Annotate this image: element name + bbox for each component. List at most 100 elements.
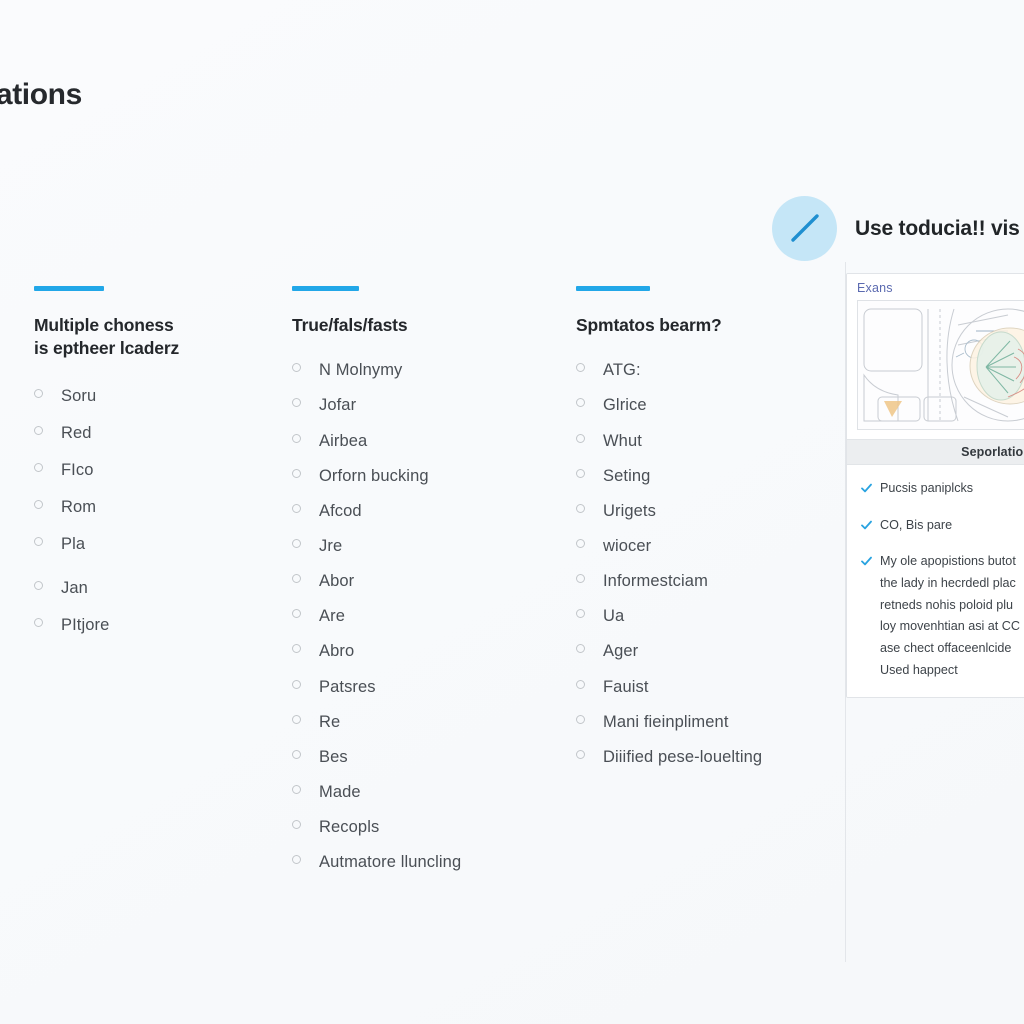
radio-icon[interactable]	[34, 388, 43, 398]
option-label: Orforn bucking	[319, 466, 429, 485]
radio-icon[interactable]	[34, 581, 43, 591]
option-label: Afcod	[319, 501, 362, 520]
option-item[interactable]: Jan	[34, 579, 268, 597]
option-item[interactable]: Fauist	[576, 678, 834, 696]
option-item[interactable]: Jofar	[292, 396, 552, 414]
option-item[interactable]: Patsres	[292, 678, 552, 696]
option-label: Fauist	[603, 677, 649, 696]
radio-icon[interactable]	[34, 537, 43, 547]
radio-icon[interactable]	[576, 538, 585, 548]
radio-icon[interactable]	[34, 462, 43, 472]
checklist-item[interactable]: CO, Bis pare	[847, 515, 1024, 537]
option-item[interactable]: Informestciam	[576, 572, 834, 590]
option-item[interactable]: Abro	[292, 642, 552, 660]
option-item[interactable]: Jre	[292, 537, 552, 555]
option-label: Re	[319, 712, 341, 731]
radio-icon[interactable]	[292, 784, 301, 794]
option-item[interactable]: Red	[34, 424, 268, 442]
pencil-icon[interactable]	[772, 196, 837, 261]
check-icon	[861, 518, 872, 529]
radio-icon[interactable]	[292, 714, 301, 724]
option-item[interactable]: Soru	[34, 387, 268, 405]
option-label: N Molnymy	[319, 361, 403, 380]
option-label: Recopls	[319, 818, 380, 837]
option-label: Ager	[603, 642, 639, 661]
radio-icon[interactable]	[292, 749, 301, 759]
radio-icon[interactable]	[576, 679, 585, 689]
page-title: lations	[0, 78, 82, 112]
option-list: N Molnymy Jofar Airbea Orforn bucking Af…	[292, 361, 552, 871]
radio-icon[interactable]	[292, 679, 301, 689]
radio-icon[interactable]	[34, 618, 43, 628]
option-label: Autmatore lluncling	[319, 853, 462, 872]
option-item[interactable]: Bes	[292, 748, 552, 766]
checklist-item[interactable]: Pucsis paniplcks	[847, 478, 1024, 500]
section-header-label: Seporlation	[961, 445, 1024, 459]
option-item[interactable]: ATG:	[576, 361, 834, 379]
option-list: Soru Red FIco Rom Pla Jan PItjore	[34, 387, 268, 635]
option-item[interactable]: Re	[292, 713, 552, 731]
radio-icon[interactable]	[34, 425, 43, 435]
option-item[interactable]: Afcod	[292, 502, 552, 520]
radio-icon[interactable]	[576, 714, 585, 724]
option-label: Jre	[319, 536, 343, 555]
radio-icon[interactable]	[292, 398, 301, 408]
checklist-item-text: My ole apopistions butot the lady in hec…	[880, 554, 1020, 677]
option-item[interactable]: Rom	[34, 498, 268, 516]
option-item[interactable]: Glrice	[576, 396, 834, 414]
radio-icon[interactable]	[292, 433, 301, 443]
option-item[interactable]: Pla	[34, 535, 268, 553]
card-tab-label[interactable]: Exans	[847, 274, 1024, 300]
option-item[interactable]: Airbea	[292, 432, 552, 450]
preview-card: Exans Seporlatio Pucsis paniplcks CO, Bi…	[846, 273, 1024, 699]
option-item[interactable]: Whut	[576, 432, 834, 450]
radio-icon[interactable]	[576, 468, 585, 478]
radio-icon[interactable]	[292, 574, 301, 584]
radio-icon[interactable]	[292, 644, 301, 654]
option-item[interactable]: N Molnymy	[292, 361, 552, 379]
anatomy-diagram-thumbnail[interactable]	[857, 300, 1024, 430]
option-item[interactable]: Ua	[576, 607, 834, 625]
option-item[interactable]: Diiified pese-louelting	[576, 748, 834, 766]
option-item[interactable]: PItjore	[34, 616, 268, 634]
option-item[interactable]: Seting	[576, 467, 834, 485]
radio-icon[interactable]	[576, 433, 585, 443]
check-icon	[861, 554, 872, 566]
radio-icon[interactable]	[292, 503, 301, 513]
option-item[interactable]: wiocer	[576, 537, 834, 555]
option-label: Ua	[603, 607, 625, 626]
option-item[interactable]: Made	[292, 783, 552, 801]
option-label: Seting	[603, 466, 651, 485]
option-item[interactable]: FIco	[34, 461, 268, 479]
option-item[interactable]: Are	[292, 607, 552, 625]
option-label: ATG:	[603, 361, 641, 380]
checklist-item-text: Pucsis paniplcks	[880, 481, 974, 495]
radio-icon[interactable]	[576, 503, 585, 513]
check-icon	[861, 481, 872, 493]
option-item[interactable]: Recopls	[292, 818, 552, 836]
radio-icon[interactable]	[292, 855, 301, 865]
radio-icon[interactable]	[576, 363, 585, 373]
option-item[interactable]: Mani fieinpliment	[576, 713, 834, 731]
radio-icon[interactable]	[576, 644, 585, 654]
radio-icon[interactable]	[576, 574, 585, 584]
radio-icon[interactable]	[292, 609, 301, 619]
option-item[interactable]: Abor	[292, 572, 552, 590]
checklist: Pucsis paniplcks CO, Bis pare My ole apo…	[847, 465, 1024, 698]
radio-icon[interactable]	[576, 398, 585, 408]
radio-icon[interactable]	[292, 468, 301, 478]
checklist-item[interactable]: My ole apopistions butot the lady in hec…	[847, 551, 1024, 681]
radio-icon[interactable]	[292, 820, 301, 830]
radio-icon[interactable]	[292, 538, 301, 548]
radio-icon[interactable]	[576, 609, 585, 619]
option-item[interactable]: Autmatore lluncling	[292, 853, 552, 871]
radio-icon[interactable]	[34, 499, 43, 509]
radio-icon[interactable]	[576, 749, 585, 759]
radio-icon[interactable]	[292, 363, 301, 373]
option-label: Jan	[61, 579, 88, 598]
option-item[interactable]: Orforn bucking	[292, 467, 552, 485]
option-item[interactable]: Urigets	[576, 502, 834, 520]
option-item[interactable]: Ager	[576, 642, 834, 660]
right-panel-header: Use toducia!! vis	[772, 196, 1020, 261]
column-heading: True/fals/fasts	[292, 315, 408, 335]
